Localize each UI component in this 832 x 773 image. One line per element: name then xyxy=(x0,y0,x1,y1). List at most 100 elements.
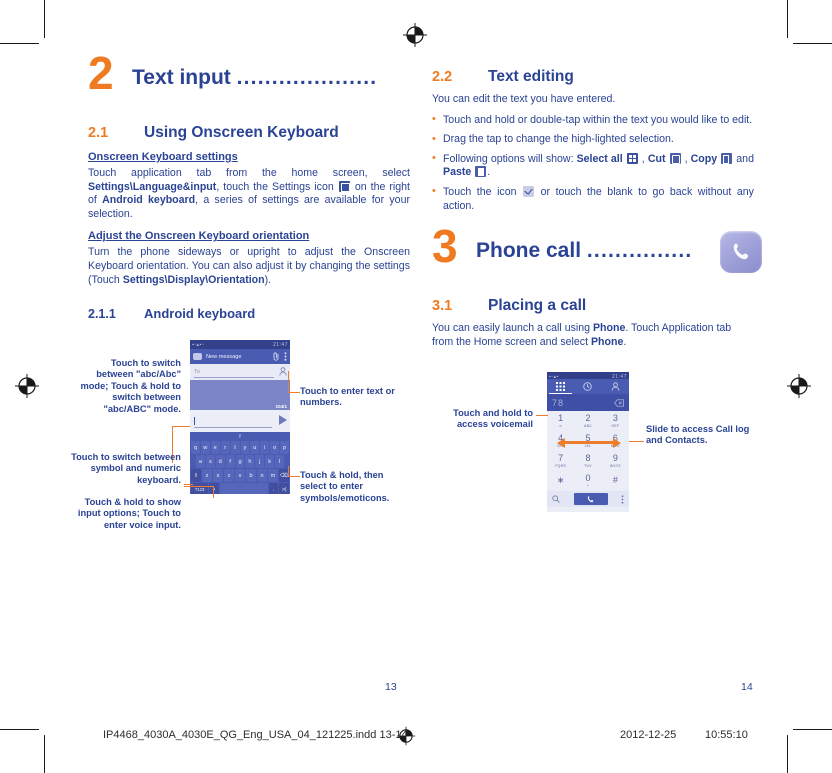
callout-emoticons-leader-v xyxy=(288,466,290,477)
dialpad-key-0[interactable]: 0 + xyxy=(574,471,601,491)
dialpad-key-1-sub: ∞ xyxy=(559,424,563,428)
keyboard-row-4: ?123 • . >| xyxy=(190,483,290,494)
key-c[interactable]: c xyxy=(224,469,234,482)
option-paste-label: Paste xyxy=(443,166,472,179)
dialpad-row-1: 1 ∞ 2 ABC 3 DEF xyxy=(547,411,629,431)
dialpad-keys: 1 ∞ 2 ABC 3 DEF 4 GHI 5 JKL 6 MNO 7 PQRS 8 TUV 9… xyxy=(547,411,629,491)
keyboard-row-1: q w e r t y u i o p xyxy=(190,441,290,454)
key-d[interactable]: d xyxy=(215,455,225,468)
dialpad-key-7[interactable]: 7 PQRS xyxy=(547,451,574,471)
key-a[interactable]: a xyxy=(196,455,205,468)
dialpad-key-2-digit: 2 xyxy=(585,413,591,423)
bullet-options-prefix: Following options will show: xyxy=(443,152,577,165)
section-2-2-title: Text editing xyxy=(488,68,574,85)
tab-call-log[interactable] xyxy=(574,379,601,394)
bullet-options-sep2: , xyxy=(681,152,691,165)
messaging-app-icon xyxy=(193,353,202,360)
key-e[interactable]: e xyxy=(210,441,220,454)
key-v[interactable]: v xyxy=(235,469,245,482)
print-footer-time: 10:55:10 xyxy=(705,729,748,741)
callout-slide-text-e: . xyxy=(704,435,708,446)
callout-abc-mode: Touch to switch between "abc/Abc" mode; … xyxy=(80,358,181,414)
key-t[interactable]: t xyxy=(230,441,240,454)
onscreen-keyboard-settings-heading: Onscreen Keyboard settings xyxy=(88,151,238,163)
key-g[interactable]: g xyxy=(235,455,245,468)
option-cut-label: Cut xyxy=(647,152,666,165)
key-s[interactable]: s xyxy=(205,455,215,468)
callout-slide-text-c: and xyxy=(646,435,666,446)
enter-key[interactable]: >| xyxy=(279,483,289,494)
key-w[interactable]: w xyxy=(200,441,210,454)
call-button[interactable] xyxy=(573,493,608,505)
chapter-2-title-text: Text input xyxy=(132,66,237,89)
phone-app-icon xyxy=(720,231,762,274)
callout-symbols-emoticons: Touch & hold, then select to enter symbo… xyxy=(300,470,390,503)
bullet-options-suffix: . xyxy=(487,166,491,179)
dialer-overflow-icon[interactable] xyxy=(621,494,624,504)
android-status-bar: ▪▫▴▪▫ 21:47 xyxy=(190,340,290,349)
key-k[interactable]: k xyxy=(265,455,275,468)
print-footer-date: 2012-12-25 xyxy=(620,729,677,741)
confirm-check-icon xyxy=(523,185,535,197)
suggestion-strip[interactable]: f xyxy=(190,433,290,441)
dialpad-key-8-digit: 8 xyxy=(585,453,591,463)
send-message-icon[interactable] xyxy=(279,415,287,425)
space-key[interactable] xyxy=(219,483,268,494)
dialpad-key-hash[interactable]: # xyxy=(602,471,629,491)
callout-input-options: Touch & hold to show input options; Touc… xyxy=(77,497,181,530)
key-x[interactable]: x xyxy=(213,469,223,482)
recipient-field-row[interactable]: To xyxy=(190,364,290,380)
key-j[interactable]: j xyxy=(255,455,265,468)
dialpad-key-7-digit: 7 xyxy=(558,453,564,463)
key-m[interactable]: m xyxy=(268,469,278,482)
tab-contacts[interactable] xyxy=(602,379,629,394)
add-contact-icon[interactable] xyxy=(279,367,287,376)
key-l[interactable]: l xyxy=(275,455,285,468)
dialpad-key-1[interactable]: 1 ∞ xyxy=(547,411,574,431)
section-3-1-heading: 3.1 Placing a call xyxy=(432,297,754,315)
symbols-numeric-key[interactable]: ?123 xyxy=(191,483,209,494)
select-all-icon xyxy=(626,152,638,164)
placing-call-text-e: . xyxy=(623,335,627,348)
key-o[interactable]: o xyxy=(270,441,280,454)
overflow-menu-icon[interactable] xyxy=(284,352,287,361)
key-u[interactable]: u xyxy=(250,441,260,454)
dialpad-slide-arrow-line xyxy=(565,441,613,444)
period-key[interactable]: . xyxy=(268,483,279,494)
callout-enter-text-leader-v xyxy=(288,371,290,393)
dialpad-key-0-sub: + xyxy=(586,484,590,488)
orientation-heading: Adjust the Onscreen Keyboard orientation xyxy=(88,230,310,243)
key-z[interactable]: z xyxy=(202,469,212,482)
dialpad-key-star[interactable]: ∗ xyxy=(547,471,574,491)
key-f[interactable]: f xyxy=(225,455,235,468)
key-n[interactable]: n xyxy=(257,469,267,482)
dialpad-key-8[interactable]: 8 TUV xyxy=(574,451,601,471)
shift-key[interactable]: ⇧ xyxy=(191,469,201,482)
key-r[interactable]: r xyxy=(220,441,230,454)
message-input-row[interactable] xyxy=(190,410,290,432)
key-i[interactable]: i xyxy=(260,441,270,454)
attachment-paperclip-icon[interactable] xyxy=(273,352,280,361)
copy-icon xyxy=(721,152,733,164)
dialer-search-icon[interactable] xyxy=(552,495,560,503)
dialer-backspace-icon[interactable] xyxy=(614,398,624,407)
key-b[interactable]: b xyxy=(246,469,256,482)
orientation-bold-path: Settings\Display\Orientation xyxy=(122,273,265,286)
chapter-3-title: Phone call ............... xyxy=(476,239,692,263)
dialpad-key-3[interactable]: 3 DEF xyxy=(602,411,629,431)
right-page-column: 2.2 Text editing You can edit the text y… xyxy=(432,62,762,356)
dialpad-key-2[interactable]: 2 ABC xyxy=(574,411,601,431)
callout-voicemail-leader xyxy=(536,415,548,417)
key-q[interactable]: q xyxy=(190,441,200,454)
registration-mark-top xyxy=(402,22,428,48)
key-p[interactable]: p xyxy=(280,441,290,454)
dialpad-key-9-digit: 9 xyxy=(612,453,618,463)
registration-mark-left xyxy=(14,373,40,399)
dialpad-key-9[interactable]: 9 WXYZ xyxy=(602,451,629,471)
text-caret xyxy=(194,417,195,425)
dialed-number-field[interactable]: 78 xyxy=(547,394,629,411)
dialpad-key-8-sub: TUV xyxy=(584,464,592,468)
key-h[interactable]: h xyxy=(245,455,255,468)
crop-mark-br-v xyxy=(786,735,788,773)
key-y[interactable]: y xyxy=(240,441,250,454)
